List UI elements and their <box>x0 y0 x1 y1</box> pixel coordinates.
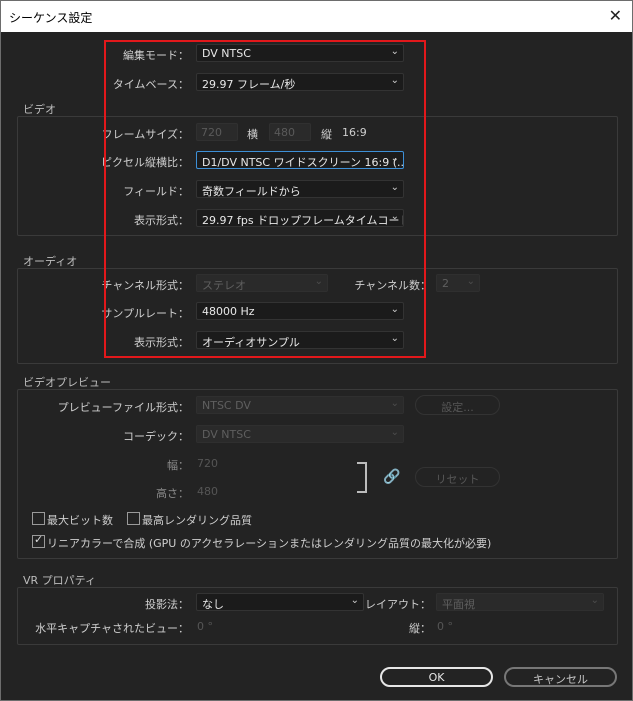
layout-label: レイアウト： <box>365 598 431 611</box>
chevron-down-icon: ⌄ <box>390 427 399 438</box>
linear-color-checkbox[interactable] <box>32 533 45 548</box>
max-render-quality-label: 最高レンダリング品質 <box>142 514 252 527</box>
vertical-capture-value: 0 ° <box>437 620 453 633</box>
layout-value: 平面視 <box>442 598 475 611</box>
layout-dropdown: 平面視 ⌄ <box>436 593 604 611</box>
link-icon[interactable]: 🔗 <box>383 469 400 485</box>
projection-dropdown[interactable]: なし ⌄ <box>196 593 364 611</box>
vertical-capture-label: 縦： <box>409 622 431 635</box>
preview-file-format-dropdown: NTSC DV ⌄ <box>196 396 404 414</box>
max-render-quality-checkbox[interactable] <box>127 512 140 525</box>
codec-value: DV NTSC <box>202 428 251 441</box>
preview-height-value: 480 <box>197 485 218 498</box>
highlight-box <box>104 40 426 358</box>
max-bit-depth-label: 最大ビット数 <box>47 514 113 527</box>
preview-file-format-value: NTSC DV <box>202 399 251 412</box>
horizontal-capture-value: 0 ° <box>197 620 213 633</box>
title-bar: シーケンス設定 ✕ <box>1 1 632 32</box>
preview-width-label: 幅： <box>167 459 189 472</box>
sequence-settings-dialog: シーケンス設定 ✕ 編集モード： DV NTSC ⌄ タイムベース： 29.97… <box>0 0 633 701</box>
chevron-down-icon: ⌄ <box>466 276 475 287</box>
codec-label: コーデック： <box>123 430 189 443</box>
aspect-lock-bracket <box>357 462 367 493</box>
max-bit-depth-checkbox[interactable] <box>32 512 45 525</box>
channel-count-dropdown: 2 ⌄ <box>436 274 480 292</box>
audio-section-title: オーディオ <box>23 255 78 268</box>
close-icon[interactable]: ✕ <box>609 6 622 25</box>
video-section-title: ビデオ <box>23 103 56 116</box>
window-title: シーケンス設定 <box>9 11 93 25</box>
linear-color-label: リニアカラーで合成 (GPU のアクセラレーションまたはレンダリング品質の最大化… <box>47 537 492 550</box>
settings-button: 設定... <box>415 395 500 415</box>
video-preview-section-title: ビデオプレビュー <box>23 376 111 389</box>
horizontal-capture-label: 水平キャプチャされたビュー： <box>35 622 189 635</box>
preview-width-value: 720 <box>197 457 218 470</box>
channel-count-value: 2 <box>442 277 449 290</box>
chevron-down-icon: ⌄ <box>350 595 359 606</box>
preview-file-format-label: プレビューファイル形式： <box>57 401 189 414</box>
ok-button[interactable]: OK <box>380 667 493 687</box>
cancel-button[interactable]: キャンセル <box>504 667 617 687</box>
chevron-down-icon: ⌄ <box>590 595 599 606</box>
projection-label: 投影法： <box>145 598 189 611</box>
projection-value: なし <box>202 598 224 611</box>
dialog-body: 編集モード： DV NTSC ⌄ タイムベース： 29.97 フレーム/秒 ⌄ … <box>1 32 632 700</box>
codec-dropdown: DV NTSC ⌄ <box>196 425 404 443</box>
vr-section-title: VR プロパティ <box>23 574 97 587</box>
preview-height-label: 高さ： <box>156 487 189 500</box>
reset-button: リセット <box>415 467 500 487</box>
chevron-down-icon: ⌄ <box>390 398 399 409</box>
